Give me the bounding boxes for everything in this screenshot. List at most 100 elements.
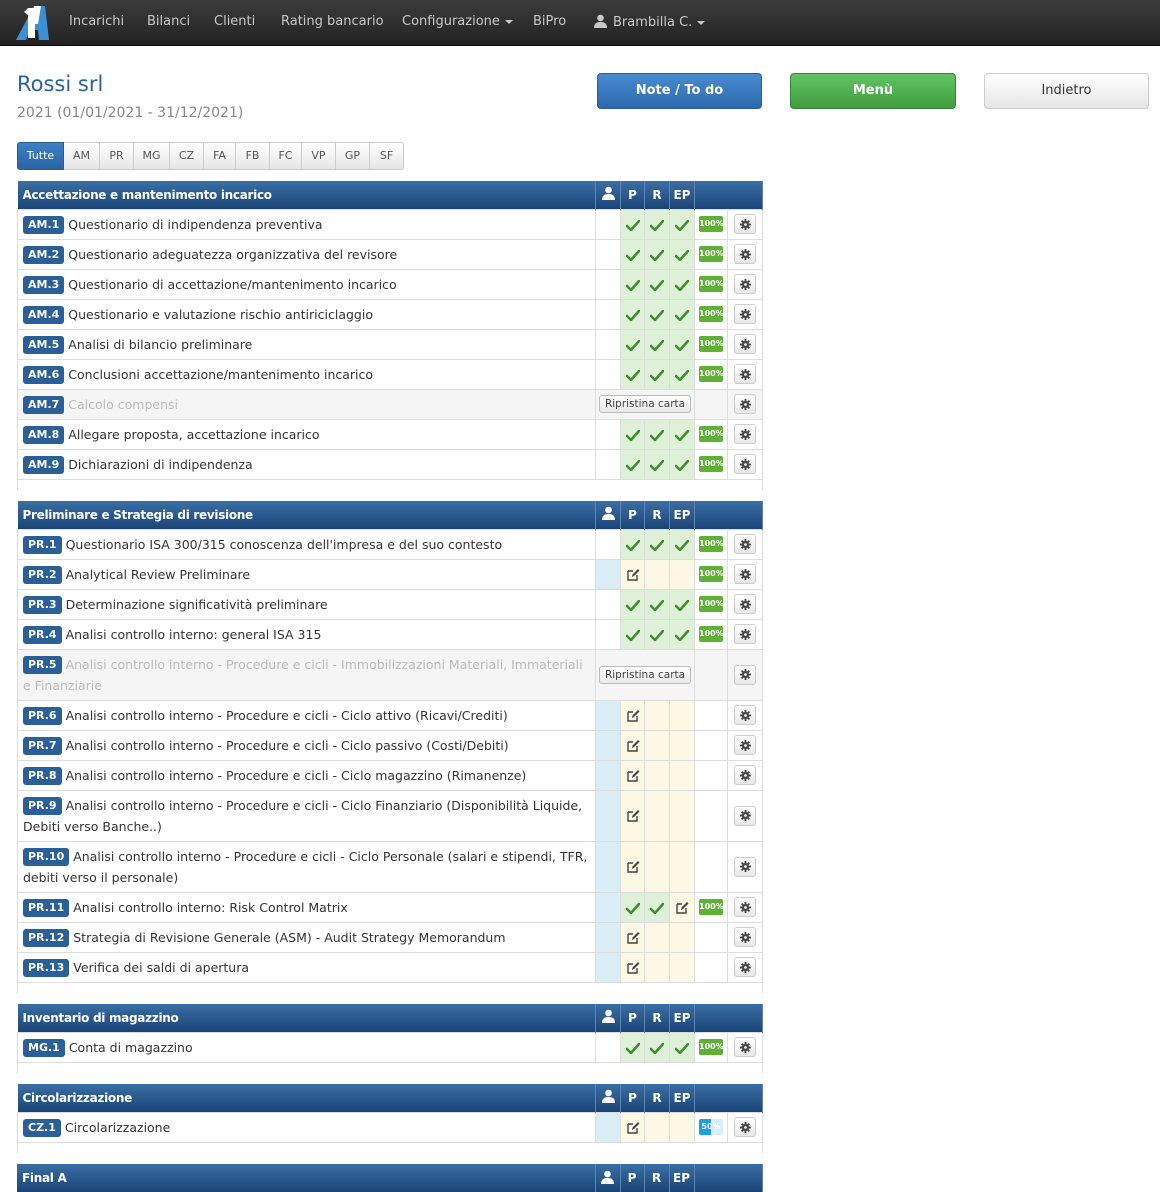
restore-paper-button[interactable]: Ripristina carta xyxy=(598,395,692,413)
paper-title-link[interactable]: Allegare proposta, accettazione incarico xyxy=(68,427,319,442)
edit-icon[interactable] xyxy=(626,931,640,945)
app-logo[interactable] xyxy=(14,4,50,42)
settings-button[interactable] xyxy=(734,664,756,685)
paper-title-link[interactable]: Analisi controllo interno: Risk Control … xyxy=(73,900,348,915)
edit-icon[interactable] xyxy=(626,769,640,783)
paper-title-link[interactable]: Determinazione significatività prelimina… xyxy=(66,597,328,612)
paper-title-link[interactable]: Conclusioni accettazione/mantenimento in… xyxy=(68,367,373,382)
paper-title-link[interactable]: Questionario ISA 300/315 conoscenza dell… xyxy=(66,537,503,552)
paper-code-badge[interactable]: AM.5 xyxy=(23,335,65,354)
settings-button[interactable] xyxy=(734,214,756,234)
filter-tab-pr[interactable]: PR xyxy=(100,142,134,170)
paper-code-badge[interactable]: PR.7 xyxy=(23,736,62,755)
settings-button[interactable] xyxy=(734,1117,756,1137)
paper-title-link[interactable]: Dichiarazioni di indipendenza xyxy=(68,457,252,472)
paper-title-link[interactable]: Analisi controllo interno - Procedure e … xyxy=(66,738,509,753)
edit-icon[interactable] xyxy=(626,709,640,723)
nav-rating-bancario[interactable]: Rating bancario xyxy=(281,14,384,29)
settings-button[interactable] xyxy=(734,805,756,826)
paper-title-link[interactable]: Analisi controllo interno: general ISA 3… xyxy=(66,627,322,642)
settings-button[interactable] xyxy=(734,274,756,294)
filter-tab-fb[interactable]: FB xyxy=(236,142,270,170)
settings-button[interactable] xyxy=(734,424,756,444)
filter-tab-cz[interactable]: CZ xyxy=(170,142,204,170)
paper-code-badge[interactable]: AM.9 xyxy=(23,455,65,474)
paper-code-badge[interactable]: PR.1 xyxy=(23,535,62,554)
paper-code-badge[interactable]: PR.10 xyxy=(23,847,70,866)
settings-button[interactable] xyxy=(734,624,756,644)
edit-icon[interactable] xyxy=(626,961,640,975)
restore-paper-button[interactable]: Ripristina carta xyxy=(598,665,692,684)
nav-clienti[interactable]: Clienti xyxy=(214,14,255,29)
nav-bilanci[interactable]: Bilanci xyxy=(147,14,190,29)
edit-icon[interactable] xyxy=(626,1121,640,1135)
settings-button[interactable] xyxy=(734,564,756,584)
settings-button[interactable] xyxy=(734,394,756,414)
paper-title-link[interactable]: Questionario adeguatezza organizzativa d… xyxy=(68,247,397,262)
back-button[interactable]: Indietro xyxy=(984,73,1149,109)
nav-incarichi[interactable]: Incarichi xyxy=(69,14,124,29)
paper-title-link[interactable]: Analisi controllo interno - Procedure e … xyxy=(23,657,583,693)
settings-button[interactable] xyxy=(734,244,756,264)
paper-title-link[interactable]: Calcolo compensi xyxy=(68,397,178,412)
paper-code-badge[interactable]: MG.1 xyxy=(23,1038,65,1057)
paper-title-link[interactable]: Verifica dei saldi di apertura xyxy=(73,960,249,975)
paper-code-badge[interactable]: PR.13 xyxy=(23,958,70,977)
edit-icon[interactable] xyxy=(626,809,640,823)
filter-tab-fc[interactable]: FC xyxy=(270,142,302,170)
paper-code-badge[interactable]: PR.2 xyxy=(23,565,62,584)
settings-button[interactable] xyxy=(734,927,756,947)
paper-title-link[interactable]: Analisi di bilancio preliminare xyxy=(68,337,252,352)
settings-button[interactable] xyxy=(734,534,756,554)
edit-icon[interactable] xyxy=(626,568,640,582)
settings-button[interactable] xyxy=(734,735,756,755)
settings-button[interactable] xyxy=(734,454,756,474)
paper-code-badge[interactable]: PR.12 xyxy=(23,928,70,947)
paper-code-badge[interactable]: AM.3 xyxy=(23,275,65,294)
menu-button[interactable]: Menù xyxy=(790,73,956,109)
paper-title-link[interactable]: Circolarizzazione xyxy=(65,1120,170,1135)
paper-title-link[interactable]: Analytical Review Preliminare xyxy=(66,567,251,582)
paper-code-badge[interactable]: AM.7 xyxy=(23,395,65,414)
filter-tab-mg[interactable]: MG xyxy=(134,142,170,170)
filter-tab-am[interactable]: AM xyxy=(64,142,100,170)
paper-code-badge[interactable]: AM.6 xyxy=(23,365,65,384)
paper-title-link[interactable]: Questionario e valutazione rischio antir… xyxy=(68,307,373,322)
paper-code-badge[interactable]: AM.2 xyxy=(23,245,65,264)
edit-icon[interactable] xyxy=(675,901,689,915)
paper-code-badge[interactable]: PR.8 xyxy=(23,766,62,785)
edit-icon[interactable] xyxy=(626,860,640,874)
nav-user-menu[interactable]: Brambilla C. xyxy=(594,14,706,30)
paper-code-badge[interactable]: PR.11 xyxy=(23,898,70,917)
filter-tab-tutte[interactable]: Tutte xyxy=(17,142,64,170)
paper-code-badge[interactable]: PR.4 xyxy=(23,625,62,644)
filter-tab-sf[interactable]: SF xyxy=(370,142,404,170)
paper-title-link[interactable]: Strategia di Revisione Generale (ASM) - … xyxy=(73,930,505,945)
paper-code-badge[interactable]: AM.8 xyxy=(23,425,65,444)
settings-button[interactable] xyxy=(734,594,756,614)
settings-button[interactable] xyxy=(734,957,756,977)
edit-icon[interactable] xyxy=(626,739,640,753)
nav-bipro[interactable]: BiPro xyxy=(533,14,566,29)
paper-title-link[interactable]: Questionario di indipendenza preventiva xyxy=(68,217,322,232)
paper-title-link[interactable]: Analisi controllo interno - Procedure e … xyxy=(23,798,582,834)
settings-button[interactable] xyxy=(734,897,756,917)
paper-title-link[interactable]: Analisi controllo interno - Procedure e … xyxy=(23,849,587,885)
settings-button[interactable] xyxy=(734,765,756,785)
paper-code-badge[interactable]: CZ.1 xyxy=(23,1118,61,1137)
note-todo-button[interactable]: Note / To do xyxy=(597,73,762,109)
nav-configurazione[interactable]: Configurazione xyxy=(402,14,513,29)
paper-code-badge[interactable]: PR.5 xyxy=(23,655,62,674)
settings-button[interactable] xyxy=(734,856,756,877)
paper-code-badge[interactable]: PR.9 xyxy=(23,796,62,815)
paper-code-badge[interactable]: PR.3 xyxy=(23,595,62,614)
settings-button[interactable] xyxy=(734,1037,756,1057)
settings-button[interactable] xyxy=(734,705,756,725)
filter-tab-gp[interactable]: GP xyxy=(336,142,370,170)
filter-tab-fa[interactable]: FA xyxy=(204,142,236,170)
paper-code-badge[interactable]: AM.4 xyxy=(23,305,65,324)
settings-button[interactable] xyxy=(734,364,756,384)
paper-title-link[interactable]: Conta di magazzino xyxy=(69,1040,193,1055)
filter-tab-vp[interactable]: VP xyxy=(302,142,336,170)
paper-title-link[interactable]: Questionario di accettazione/manteniment… xyxy=(68,277,396,292)
